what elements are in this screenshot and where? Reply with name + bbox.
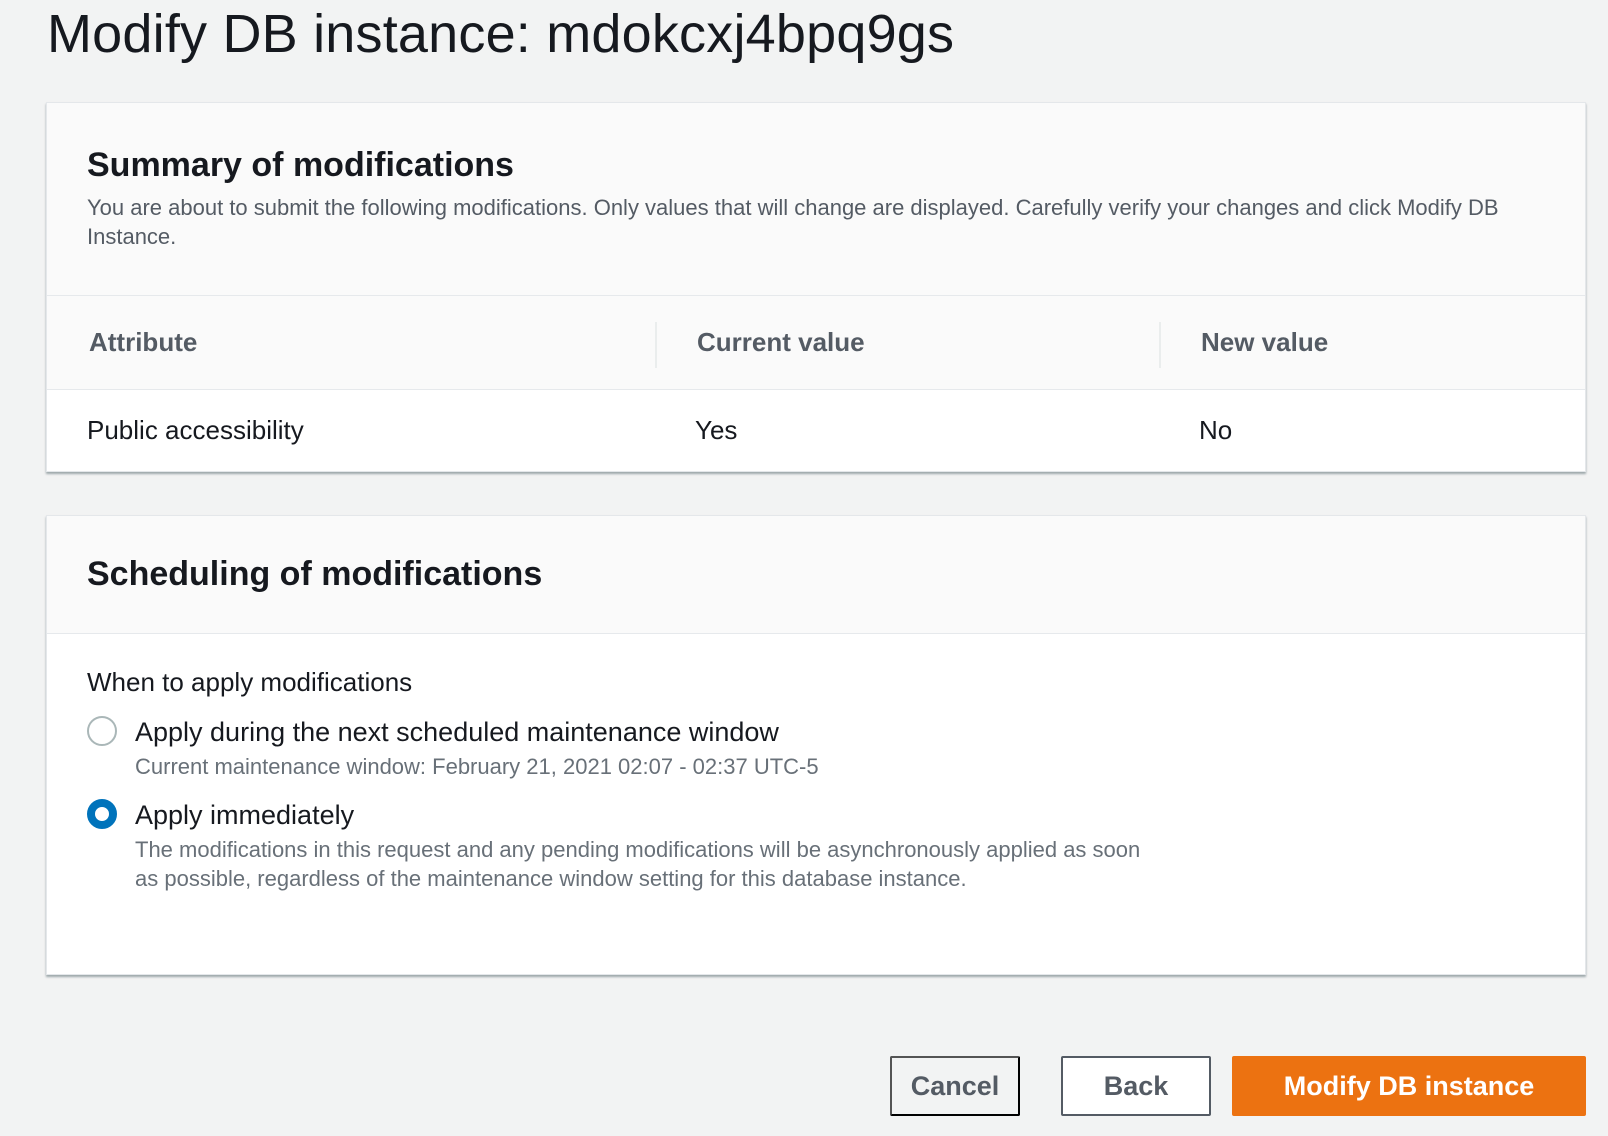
scheduling-panel-header: Scheduling of modifications [47,516,1585,634]
radio-maintenance-window[interactable] [87,716,117,746]
option-maintenance-window-label[interactable]: Apply during the next scheduled maintena… [135,714,1145,750]
cell-current-value: Yes [695,414,738,445]
table-row: Public accessibility Yes No [47,390,1585,470]
option-maintenance-window-text: Apply during the next scheduled maintena… [135,714,1145,781]
scheduling-heading: Scheduling of modifications [87,555,543,593]
option-apply-immediately[interactable]: Apply immediately The modifications in t… [87,797,1545,893]
column-header-attribute: Attribute [89,327,198,357]
page-title: Modify DB instance: mdokcxj4bpq9gs [47,4,955,64]
cancel-button[interactable]: Cancel [890,1056,1020,1116]
option-maintenance-window-description: Current maintenance window: February 21,… [135,754,819,779]
summary-panel: Summary of modifications You are about t… [46,102,1586,472]
option-apply-immediately-label[interactable]: Apply immediately [135,797,1145,833]
column-header-current-value: Current value [655,296,1159,389]
scheduling-body: When to apply modifications Apply during… [47,634,1585,893]
summary-heading: Summary of modifications [87,146,514,184]
cell-new-value: No [1199,414,1233,445]
form-actions: Cancel Back Modify DB instance [0,1056,1608,1116]
back-button[interactable]: Back [1061,1056,1211,1116]
radio-apply-immediately[interactable] [87,799,117,829]
option-apply-immediately-text: Apply immediately The modifications in t… [135,797,1145,893]
summary-panel-header: Summary of modifications You are about t… [47,103,1585,296]
option-apply-immediately-description: The modifications in this request and an… [135,837,1141,891]
modify-db-page: Modify DB instance: mdokcxj4bpq9gs Summa… [0,0,1608,1136]
cell-attribute: Public accessibility [87,414,304,445]
modifications-table-header: Attribute Current value New value [47,296,1585,390]
column-header-new-value: New value [1159,296,1585,389]
apply-timing-label: When to apply modifications [87,667,413,697]
modify-db-instance-button[interactable]: Modify DB instance [1232,1056,1586,1116]
scheduling-panel: Scheduling of modifications When to appl… [46,515,1586,975]
summary-description: You are about to submit the following mo… [87,195,1499,249]
option-maintenance-window[interactable]: Apply during the next scheduled maintena… [87,714,1545,781]
